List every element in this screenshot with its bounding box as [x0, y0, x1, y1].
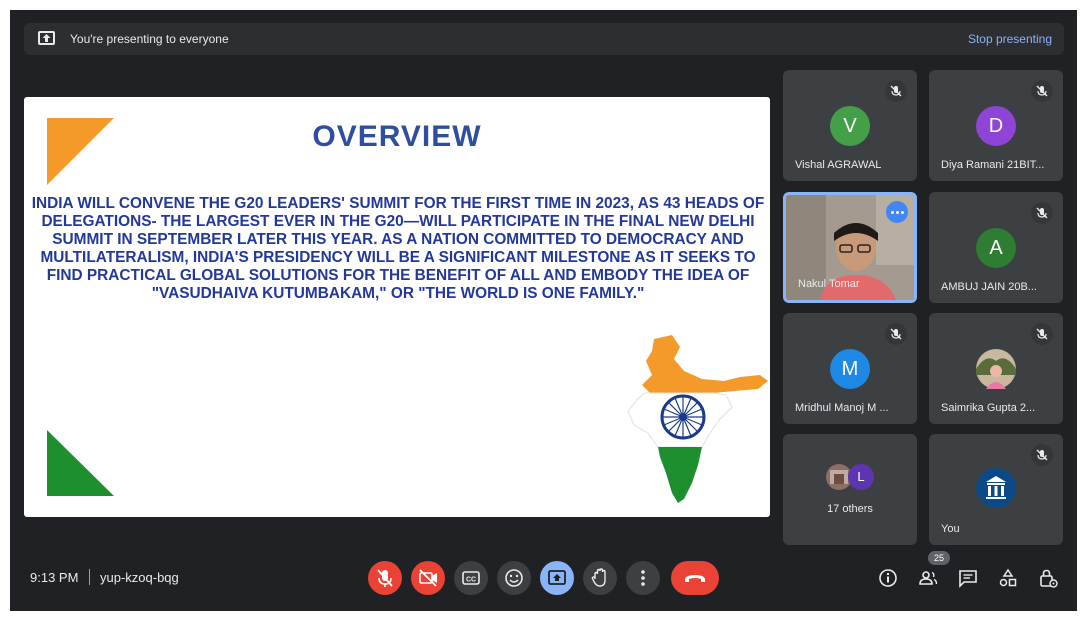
- mic-off-icon: [885, 80, 907, 102]
- participant-name: AMBUJ JAIN 20B...: [941, 281, 1037, 293]
- participant-name: Saimrika Gupta 2...: [941, 402, 1036, 414]
- others-tile[interactable]: L 17 others: [783, 434, 917, 545]
- presenting-banner: You're presenting to everyone Stop prese…: [24, 23, 1064, 55]
- participant-tile-active-speaker[interactable]: Nakul Tomar: [783, 192, 917, 303]
- presented-slide: OVERVIEW INDIA WILL CONVENE THE G20 LEAD…: [24, 97, 770, 517]
- present-screen-icon: [548, 570, 566, 585]
- more-vert-icon: [641, 570, 645, 586]
- camera-toggle-button[interactable]: [411, 561, 445, 595]
- participant-count-badge: 25: [928, 551, 950, 565]
- participant-name: Mridhul Manoj M ...: [795, 402, 889, 414]
- slide-title: OVERVIEW: [312, 120, 482, 153]
- present-now-button[interactable]: [540, 561, 574, 595]
- others-avatar: L: [848, 464, 874, 490]
- more-options-icon[interactable]: [886, 201, 908, 223]
- participant-name: You: [941, 523, 960, 535]
- avatar-photo: [976, 349, 1016, 389]
- participant-tile[interactable]: D Diya Ramani 21BIT...: [929, 70, 1063, 181]
- others-count-label: 17 others: [827, 503, 873, 515]
- participant-name: Diya Ramani 21BIT...: [941, 159, 1045, 171]
- present-icon: [38, 31, 55, 45]
- mic-off-icon: [1031, 323, 1053, 345]
- avatar: D: [976, 106, 1016, 146]
- activities-icon[interactable]: [997, 567, 1019, 589]
- meeting-time: 9:13 PM: [30, 570, 79, 585]
- self-avatar-logo: [976, 468, 1016, 508]
- reactions-button[interactable]: [497, 561, 531, 595]
- mic-off-icon: [1031, 202, 1053, 224]
- camera-off-icon: [419, 569, 437, 587]
- participant-tile[interactable]: Saimrika Gupta 2...: [929, 313, 1063, 424]
- presenting-message: You're presenting to everyone: [70, 32, 229, 46]
- raise-hand-button[interactable]: [583, 561, 617, 595]
- participant-name: Vishal AGRAWAL: [795, 159, 882, 171]
- self-tile[interactable]: You: [929, 434, 1063, 545]
- mic-off-icon: [377, 569, 393, 587]
- raise-hand-icon: [591, 568, 606, 587]
- mic-off-icon: [1031, 444, 1053, 466]
- meet-window: You're presenting to everyone Stop prese…: [10, 10, 1077, 611]
- mic-off-icon: [1031, 80, 1053, 102]
- people-icon[interactable]: [917, 567, 939, 589]
- green-triangle-decoration: [47, 430, 114, 496]
- avatar: A: [976, 228, 1016, 268]
- stop-presenting-button[interactable]: Stop presenting: [968, 32, 1052, 46]
- participant-name: Nakul Tomar: [798, 278, 860, 290]
- emoji-icon: [505, 569, 523, 587]
- india-flag-map-image: [627, 335, 768, 503]
- mic-off-icon: [885, 323, 907, 345]
- microphone-toggle-button[interactable]: [368, 561, 402, 595]
- captions-button[interactable]: CC: [454, 561, 488, 595]
- more-options-button[interactable]: [626, 561, 660, 595]
- closed-captions-icon: CC: [462, 571, 480, 585]
- avatar: M: [830, 349, 870, 389]
- host-controls-lock-icon[interactable]: [1037, 567, 1059, 589]
- meeting-code: yup-kzoq-bqg: [100, 570, 179, 585]
- leave-call-button[interactable]: [671, 561, 719, 595]
- end-call-icon: [685, 575, 705, 582]
- participant-tile[interactable]: A AMBUJ JAIN 20B...: [929, 192, 1063, 303]
- divider: [89, 569, 90, 585]
- chat-icon[interactable]: [957, 567, 979, 589]
- meeting-details-icon[interactable]: [877, 567, 899, 589]
- svg-text:CC: CC: [466, 577, 476, 584]
- slide-body-text: INDIA WILL CONVENE THE G20 LEADERS' SUMM…: [31, 195, 765, 302]
- participant-tile[interactable]: M Mridhul Manoj M ...: [783, 313, 917, 424]
- avatar: V: [830, 106, 870, 146]
- participant-tile[interactable]: V Vishal AGRAWAL: [783, 70, 917, 181]
